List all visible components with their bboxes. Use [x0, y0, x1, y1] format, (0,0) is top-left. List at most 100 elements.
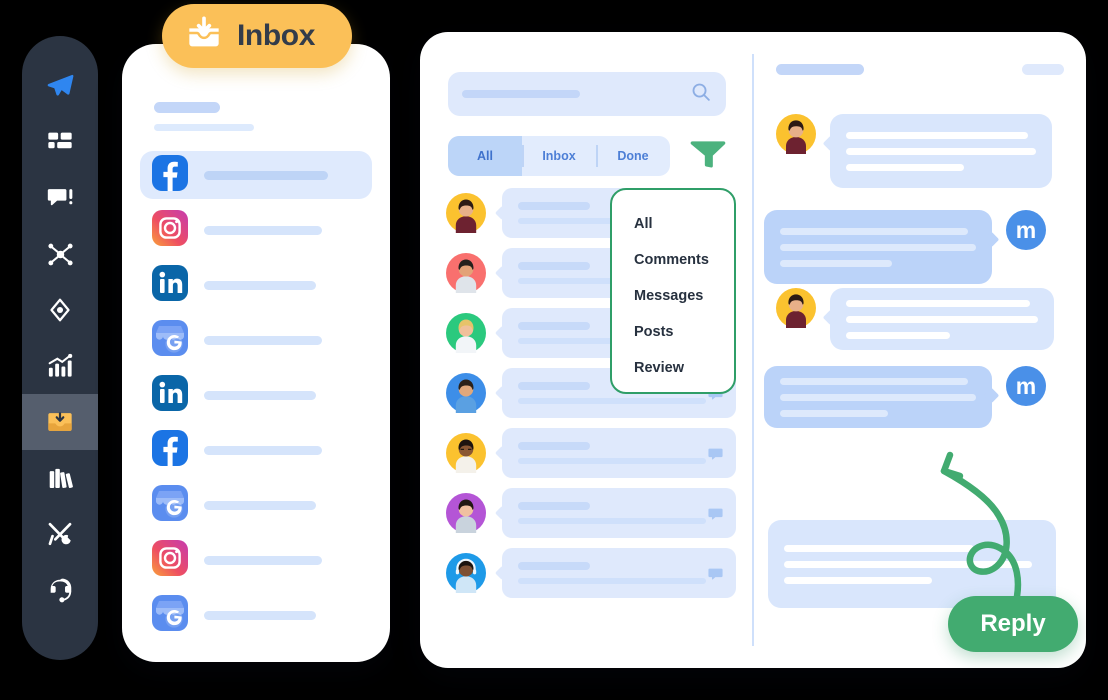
dropdown-item-all[interactable]: All — [634, 206, 734, 242]
inbox-download-icon — [184, 14, 224, 59]
conversation-bubble-outgoing: m — [764, 366, 1046, 428]
dropdown-item-messages[interactable]: Messages — [634, 278, 734, 314]
channels-panel — [122, 44, 390, 662]
message-row[interactable] — [446, 548, 752, 598]
channel-name-placeholder — [204, 390, 316, 400]
linkedin-icon — [152, 374, 188, 416]
google-icon — [152, 594, 188, 636]
filter-button[interactable] — [688, 134, 728, 179]
google-icon — [152, 484, 188, 526]
channel-row-google[interactable] — [140, 591, 372, 639]
dropdown-item-posts[interactable]: Posts — [634, 314, 734, 350]
sidebar-item-dashboard[interactable] — [22, 114, 98, 170]
channel-row-linkedin[interactable] — [140, 371, 372, 419]
facebook-icon — [152, 154, 188, 196]
chat-bubble-icon — [707, 446, 724, 467]
message-preview — [502, 548, 736, 598]
message-text-placeholder — [518, 518, 706, 524]
avatar — [776, 114, 816, 154]
message-sender-placeholder — [518, 502, 590, 510]
chat-bubble-icon — [707, 506, 724, 527]
tab-done[interactable]: Done — [596, 136, 670, 176]
message-sender-placeholder — [518, 442, 590, 450]
channel-row-google[interactable] — [140, 481, 372, 529]
channel-name-placeholder — [204, 335, 322, 345]
brand-logo-avatar: m — [1006, 210, 1046, 250]
chat-bubble-icon — [707, 566, 724, 587]
tab-inbox[interactable]: Inbox — [522, 136, 596, 176]
channel-row-facebook[interactable] — [140, 151, 372, 199]
avatar — [776, 288, 816, 328]
sidebar-item-engage[interactable] — [22, 170, 98, 226]
message-bubble — [830, 288, 1054, 350]
channel-name-placeholder — [204, 445, 322, 455]
message-bubble — [764, 366, 992, 428]
message-text-placeholder — [518, 458, 706, 464]
sidebar-item-analytics[interactable] — [22, 338, 98, 394]
channel-row-linkedin[interactable] — [140, 261, 372, 309]
inbox-main-card: All Inbox Done All Comments Messages Posts Rev… — [420, 32, 1086, 668]
header-title-placeholder — [154, 102, 220, 113]
avatar — [446, 493, 486, 533]
tab-all[interactable]: All — [448, 136, 522, 176]
linkedin-icon — [152, 264, 188, 306]
sidebar-item-support[interactable] — [22, 562, 98, 618]
message-list-column: All Inbox Done All Comments Messages Posts Rev… — [420, 32, 752, 668]
avatar — [446, 253, 486, 293]
channel-name-placeholder — [204, 225, 322, 235]
inbox-badge: Inbox — [162, 4, 352, 68]
avatar — [446, 313, 486, 353]
message-sender-placeholder — [518, 382, 590, 390]
channel-row-facebook[interactable] — [140, 426, 372, 474]
app-root: Inbox All Inbox Done All Comments Messages Po… — [0, 0, 1108, 700]
sidebar-item-library[interactable] — [22, 450, 98, 506]
channel-row-instagram[interactable] — [140, 206, 372, 254]
avatar — [446, 553, 486, 593]
facebook-icon — [152, 429, 188, 471]
conversation-bubble-incoming — [776, 288, 1054, 350]
message-bubble — [764, 210, 992, 284]
instagram-icon — [152, 209, 188, 251]
category-dropdown-menu: All Comments Messages Posts Review — [610, 188, 736, 394]
message-sender-placeholder — [518, 202, 590, 210]
inbox-filter-tabs: All Inbox Done — [448, 136, 670, 176]
channel-row-instagram[interactable] — [140, 536, 372, 584]
message-row[interactable] — [446, 488, 752, 538]
search-input[interactable] — [448, 72, 726, 116]
search-icon[interactable] — [690, 81, 712, 108]
message-sender-placeholder — [518, 562, 590, 570]
channel-name-placeholder — [204, 610, 316, 620]
dropdown-item-review[interactable]: Review — [634, 350, 734, 386]
search-placeholder-bar — [462, 90, 580, 98]
conversation-header — [776, 64, 1064, 75]
avatar — [446, 373, 486, 413]
avatar — [446, 433, 486, 473]
sidebar-item-tools[interactable] — [22, 506, 98, 562]
message-preview — [502, 428, 736, 478]
inbox-badge-label: Inbox — [237, 19, 315, 52]
channel-row-google[interactable] — [140, 316, 372, 364]
channel-name-placeholder — [204, 170, 328, 180]
conversation-meta-placeholder — [1022, 64, 1064, 75]
sidebar-item-network[interactable] — [22, 226, 98, 282]
message-preview — [502, 488, 736, 538]
dropdown-item-comments[interactable]: Comments — [634, 242, 734, 278]
message-text-placeholder — [518, 398, 706, 404]
main-sidebar — [22, 36, 98, 660]
channel-name-placeholder — [204, 280, 316, 290]
channel-name-placeholder — [204, 555, 322, 565]
sidebar-item-advocacy[interactable] — [22, 282, 98, 338]
channel-list — [122, 151, 390, 639]
google-icon — [152, 319, 188, 361]
message-sender-placeholder — [518, 322, 590, 330]
sidebar-item-send[interactable] — [22, 58, 98, 114]
message-row[interactable] — [446, 428, 752, 478]
message-bubble — [830, 114, 1052, 188]
sidebar-item-inbox[interactable] — [22, 394, 98, 450]
avatar — [446, 193, 486, 233]
instagram-icon — [152, 539, 188, 581]
reply-button[interactable]: Reply — [948, 596, 1078, 652]
conversation-title-placeholder — [776, 64, 864, 75]
header-subtitle-placeholder — [154, 124, 254, 131]
channel-name-placeholder — [204, 500, 316, 510]
